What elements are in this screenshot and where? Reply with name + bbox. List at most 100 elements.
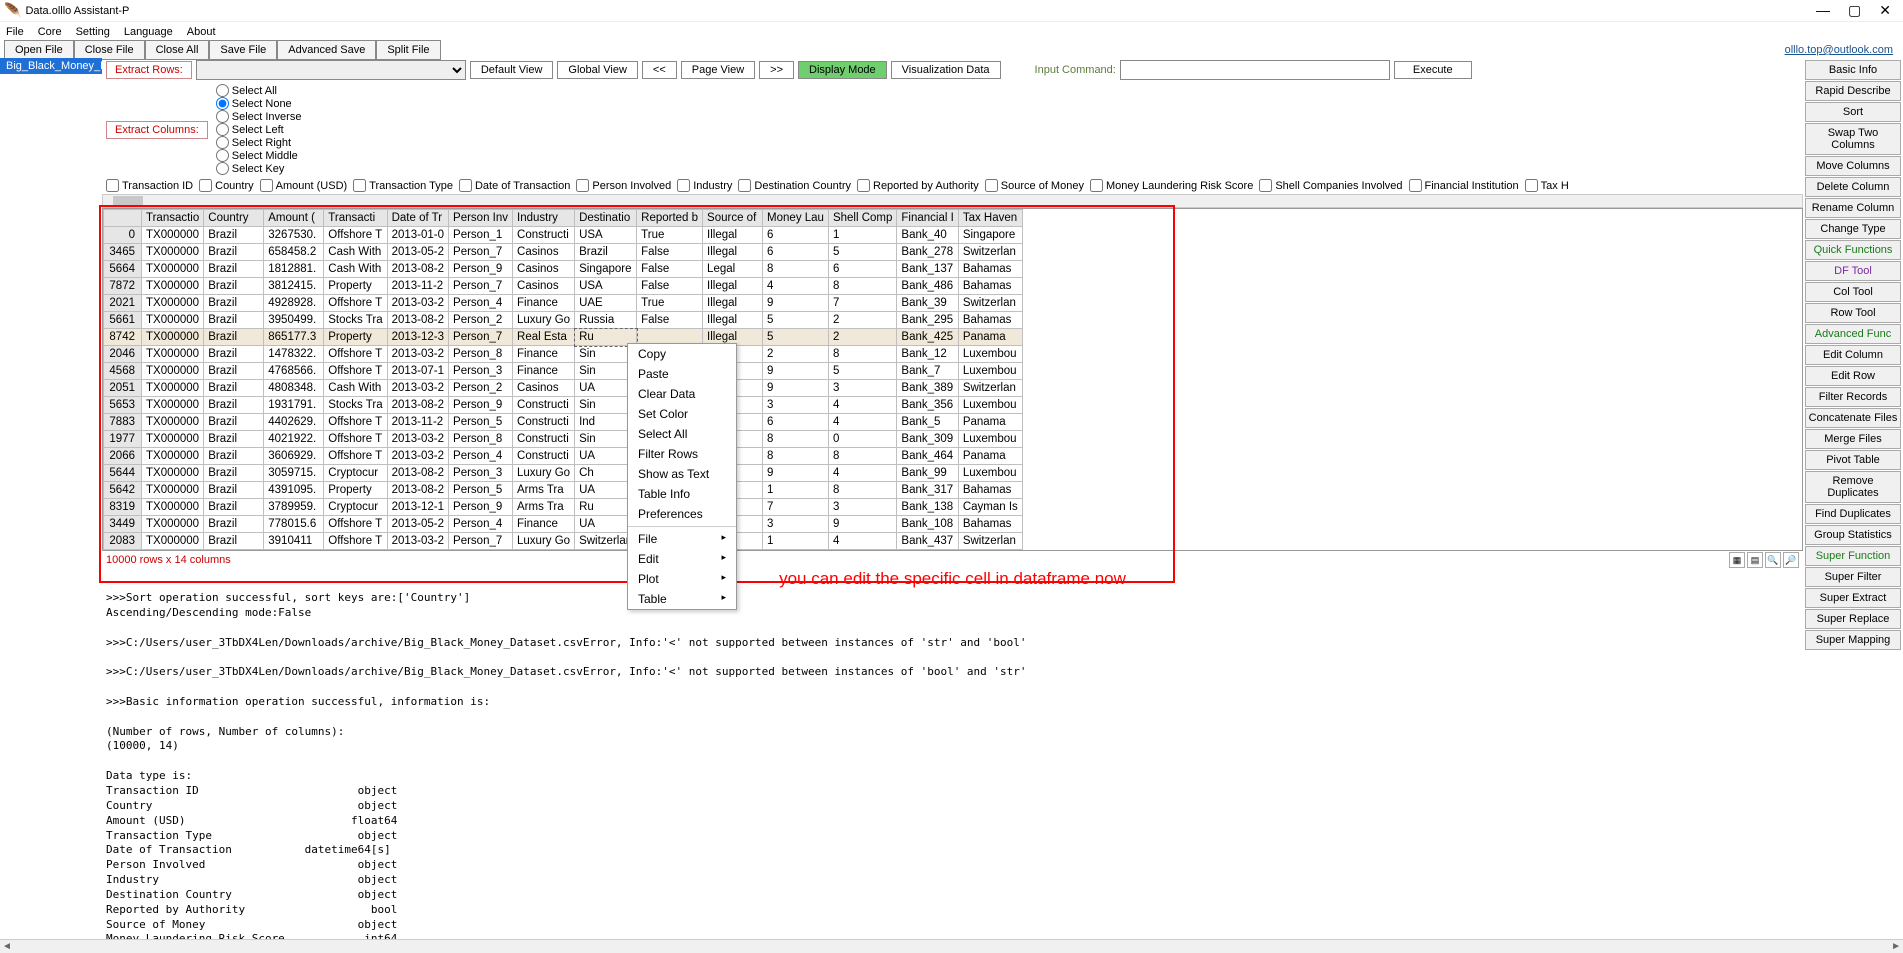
- table-cell[interactable]: TX000000: [142, 312, 204, 329]
- table-cell[interactable]: 2013-12-3: [387, 329, 448, 346]
- table-cell[interactable]: TX000000: [142, 380, 204, 397]
- table-cell[interactable]: Brazil: [204, 329, 264, 346]
- row-index[interactable]: 5661: [104, 312, 142, 329]
- table-cell[interactable]: Brazil: [204, 295, 264, 312]
- radio-select-none[interactable]: Select None: [216, 97, 302, 110]
- sort-button[interactable]: Sort: [1805, 102, 1901, 122]
- next-page-button[interactable]: >>: [759, 61, 794, 79]
- group-statistics-button[interactable]: Group Statistics: [1805, 525, 1901, 545]
- table-cell[interactable]: 2013-12-1: [387, 499, 448, 516]
- row-index[interactable]: 5642: [104, 482, 142, 499]
- table-cell[interactable]: Legal: [703, 261, 763, 278]
- bottom-scrollbar[interactable]: ◄►: [0, 939, 1903, 953]
- tool-icon-1[interactable]: ▦: [1729, 552, 1745, 568]
- row-index[interactable]: 2046: [104, 346, 142, 363]
- table-cell[interactable]: 3267530.: [264, 227, 324, 244]
- super-replace-button[interactable]: Super Replace: [1805, 609, 1901, 629]
- table-cell[interactable]: Constructi: [513, 448, 575, 465]
- table-cell[interactable]: Finance: [513, 363, 575, 380]
- rename-column-button[interactable]: Rename Column: [1805, 198, 1901, 218]
- table-cell[interactable]: 1: [763, 482, 829, 499]
- table-cell[interactable]: Arms Tra: [513, 499, 575, 516]
- table-cell[interactable]: 4391095.: [264, 482, 324, 499]
- filter-person-involved[interactable]: Person Involved: [576, 179, 671, 192]
- row-index[interactable]: 7883: [104, 414, 142, 431]
- table-cell[interactable]: TX000000: [142, 414, 204, 431]
- table-cell[interactable]: Bank_39: [897, 295, 958, 312]
- ctx-preferences[interactable]: Preferences: [628, 504, 736, 524]
- table-cell[interactable]: Panama: [958, 414, 1022, 431]
- table-cell[interactable]: Bahamas: [958, 516, 1022, 533]
- table-cell[interactable]: Property: [324, 329, 387, 346]
- table-cell[interactable]: Person_7: [449, 244, 513, 261]
- col-header[interactable]: Transacti: [324, 210, 387, 227]
- table-cell[interactable]: Cryptocur: [324, 499, 387, 516]
- table-cell[interactable]: Illegal: [703, 227, 763, 244]
- maximize-button[interactable]: ▢: [1848, 2, 1861, 19]
- table-cell[interactable]: Luxembou: [958, 465, 1022, 482]
- row-tool-button[interactable]: Row Tool: [1805, 303, 1901, 323]
- col-header[interactable]: Transactio: [142, 210, 204, 227]
- table-cell[interactable]: Person_2: [449, 312, 513, 329]
- table-cell[interactable]: TX000000: [142, 295, 204, 312]
- table-cell[interactable]: 8: [828, 278, 896, 295]
- table-cell[interactable]: Bahamas: [958, 278, 1022, 295]
- table-cell[interactable]: 2: [828, 312, 896, 329]
- table-cell[interactable]: Bank_356: [897, 397, 958, 414]
- table-cell[interactable]: Finance: [513, 295, 575, 312]
- global-view-button[interactable]: Global View: [557, 61, 638, 79]
- execute-button[interactable]: Execute: [1394, 61, 1472, 79]
- table-cell[interactable]: 2013-08-2: [387, 261, 448, 278]
- table-cell[interactable]: Constructi: [513, 414, 575, 431]
- table-cell[interactable]: Offshore T: [324, 516, 387, 533]
- table-cell[interactable]: True: [637, 227, 703, 244]
- save-file-button[interactable]: Save File: [209, 40, 277, 60]
- table-cell[interactable]: 1812881.: [264, 261, 324, 278]
- row-index[interactable]: 7872: [104, 278, 142, 295]
- row-index[interactable]: 8319: [104, 499, 142, 516]
- filter-destination-country[interactable]: Destination Country: [738, 179, 851, 192]
- filter-shell-companies-involved[interactable]: Shell Companies Involved: [1259, 179, 1402, 192]
- table-cell[interactable]: Person_4: [449, 516, 513, 533]
- table-cell[interactable]: Bank_295: [897, 312, 958, 329]
- table-cell[interactable]: Russia: [575, 312, 637, 329]
- table-cell[interactable]: 8: [763, 448, 829, 465]
- table-cell[interactable]: Bank_278: [897, 244, 958, 261]
- column-scrollbar[interactable]: [102, 194, 1803, 208]
- table-cell[interactable]: Offshore T: [324, 431, 387, 448]
- table-cell[interactable]: False: [637, 278, 703, 295]
- table-cell[interactable]: Switzerlan: [958, 295, 1022, 312]
- super-extract-button[interactable]: Super Extract: [1805, 588, 1901, 608]
- table-cell[interactable]: Stocks Tra: [324, 397, 387, 414]
- table-cell[interactable]: TX000000: [142, 499, 204, 516]
- table-cell[interactable]: 2013-03-2: [387, 533, 448, 550]
- table-cell[interactable]: Person_7: [449, 533, 513, 550]
- table-cell[interactable]: Switzerlan: [958, 533, 1022, 550]
- table-cell[interactable]: 8: [763, 431, 829, 448]
- table-cell[interactable]: False: [637, 312, 703, 329]
- table-cell[interactable]: 9: [763, 363, 829, 380]
- table-cell[interactable]: Person_9: [449, 397, 513, 414]
- remove-duplicates-button[interactable]: Remove Duplicates: [1805, 471, 1901, 503]
- open-file-button[interactable]: Open File: [4, 40, 74, 60]
- advanced-func-button[interactable]: Advanced Func: [1805, 324, 1901, 344]
- table-cell[interactable]: TX000000: [142, 227, 204, 244]
- table-cell[interactable]: Person_3: [449, 363, 513, 380]
- table-cell[interactable]: 3059715.: [264, 465, 324, 482]
- filter-country[interactable]: Country: [199, 179, 254, 192]
- table-cell[interactable]: 3606929.: [264, 448, 324, 465]
- table-cell[interactable]: 5: [763, 329, 829, 346]
- ctx-show-as-text[interactable]: Show as Text: [628, 464, 736, 484]
- table-cell[interactable]: 2013-07-1: [387, 363, 448, 380]
- menu-about[interactable]: About: [187, 26, 216, 38]
- col-header[interactable]: Industry: [513, 210, 575, 227]
- table-cell[interactable]: TX000000: [142, 346, 204, 363]
- filter-money-laundering-risk-score[interactable]: Money Laundering Risk Score: [1090, 179, 1253, 192]
- col-header[interactable]: Date of Tr: [387, 210, 448, 227]
- row-index[interactable]: 3465: [104, 244, 142, 261]
- quick-functions-button[interactable]: Quick Functions: [1805, 240, 1901, 260]
- table-cell[interactable]: Bank_317: [897, 482, 958, 499]
- table-cell[interactable]: Offshore T: [324, 227, 387, 244]
- table-cell[interactable]: Brazil: [204, 312, 264, 329]
- table-cell[interactable]: Constructi: [513, 227, 575, 244]
